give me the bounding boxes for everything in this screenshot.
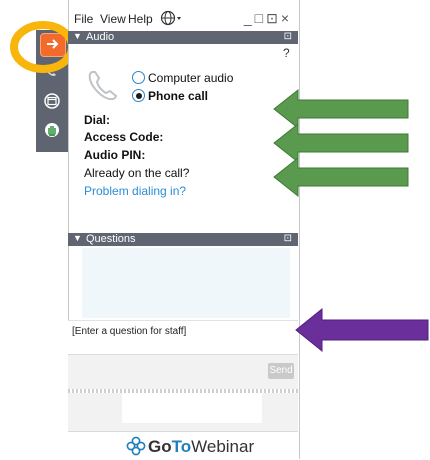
menu-help[interactable]: Help — [128, 12, 153, 26]
menu-view[interactable]: View — [100, 12, 126, 26]
green-arrow-audio-pin — [273, 156, 409, 198]
collapse-triangle-icon: ▼ — [73, 233, 82, 243]
already-on-call-label: Already on the call? — [84, 166, 190, 180]
collapse-triangle-icon: ▼ — [73, 31, 82, 41]
lower-panel-box — [122, 393, 262, 423]
popout-icon[interactable]: ⊡ — [284, 233, 292, 244]
hand-icon — [45, 123, 59, 137]
problem-dialing-link[interactable]: Problem dialing in? — [84, 184, 186, 198]
questions-log — [82, 248, 290, 318]
popout-icon[interactable]: ⊡ — [284, 31, 292, 42]
dial-label: Dial: — [84, 113, 111, 127]
gotowebinar-logo: GoToWebinar — [148, 437, 254, 457]
audio-section-title: Audio — [86, 31, 115, 43]
menu-bar: File View Help _□⊡× — [68, 8, 298, 30]
phone-call-radio[interactable] — [132, 89, 145, 102]
logo-to: To — [171, 437, 192, 456]
send-bar: Send — [68, 354, 298, 391]
globe-icon — [160, 10, 181, 26]
screen-button[interactable] — [40, 90, 64, 112]
questions-section-title: Questions — [86, 233, 136, 245]
question-input-placeholder: [Enter a question for staff] — [72, 326, 187, 337]
computer-audio-label[interactable]: Computer audio — [148, 71, 233, 85]
questions-section-header[interactable]: ▼ Questions ⊡ — [68, 233, 298, 246]
purple-arrow-question — [295, 307, 429, 353]
audio-help-button[interactable]: ? — [283, 46, 290, 60]
menu-file[interactable]: File — [74, 12, 93, 26]
window-controls[interactable]: _□⊡× — [244, 10, 292, 27]
audio-pin-label: Audio PIN: — [84, 148, 146, 162]
window-icon — [44, 93, 60, 109]
question-input[interactable]: [Enter a question for staff] — [68, 320, 298, 355]
send-button[interactable]: Send — [268, 363, 294, 379]
phone-call-label[interactable]: Phone call — [148, 89, 208, 103]
audio-section-header[interactable]: ▼ Audio ⊡ — [68, 31, 298, 44]
logo-go: Go — [148, 437, 172, 456]
gotowebinar-footer: GoToWebinar — [68, 431, 298, 460]
computer-audio-radio[interactable] — [132, 71, 145, 84]
gotowebinar-flower-icon — [126, 436, 146, 456]
telephone-icon — [88, 71, 118, 101]
language-globe-button[interactable] — [160, 10, 184, 29]
raise-hand-button[interactable] — [40, 119, 64, 141]
logo-webinar: Webinar — [191, 437, 255, 456]
access-code-label: Access Code: — [84, 130, 164, 144]
